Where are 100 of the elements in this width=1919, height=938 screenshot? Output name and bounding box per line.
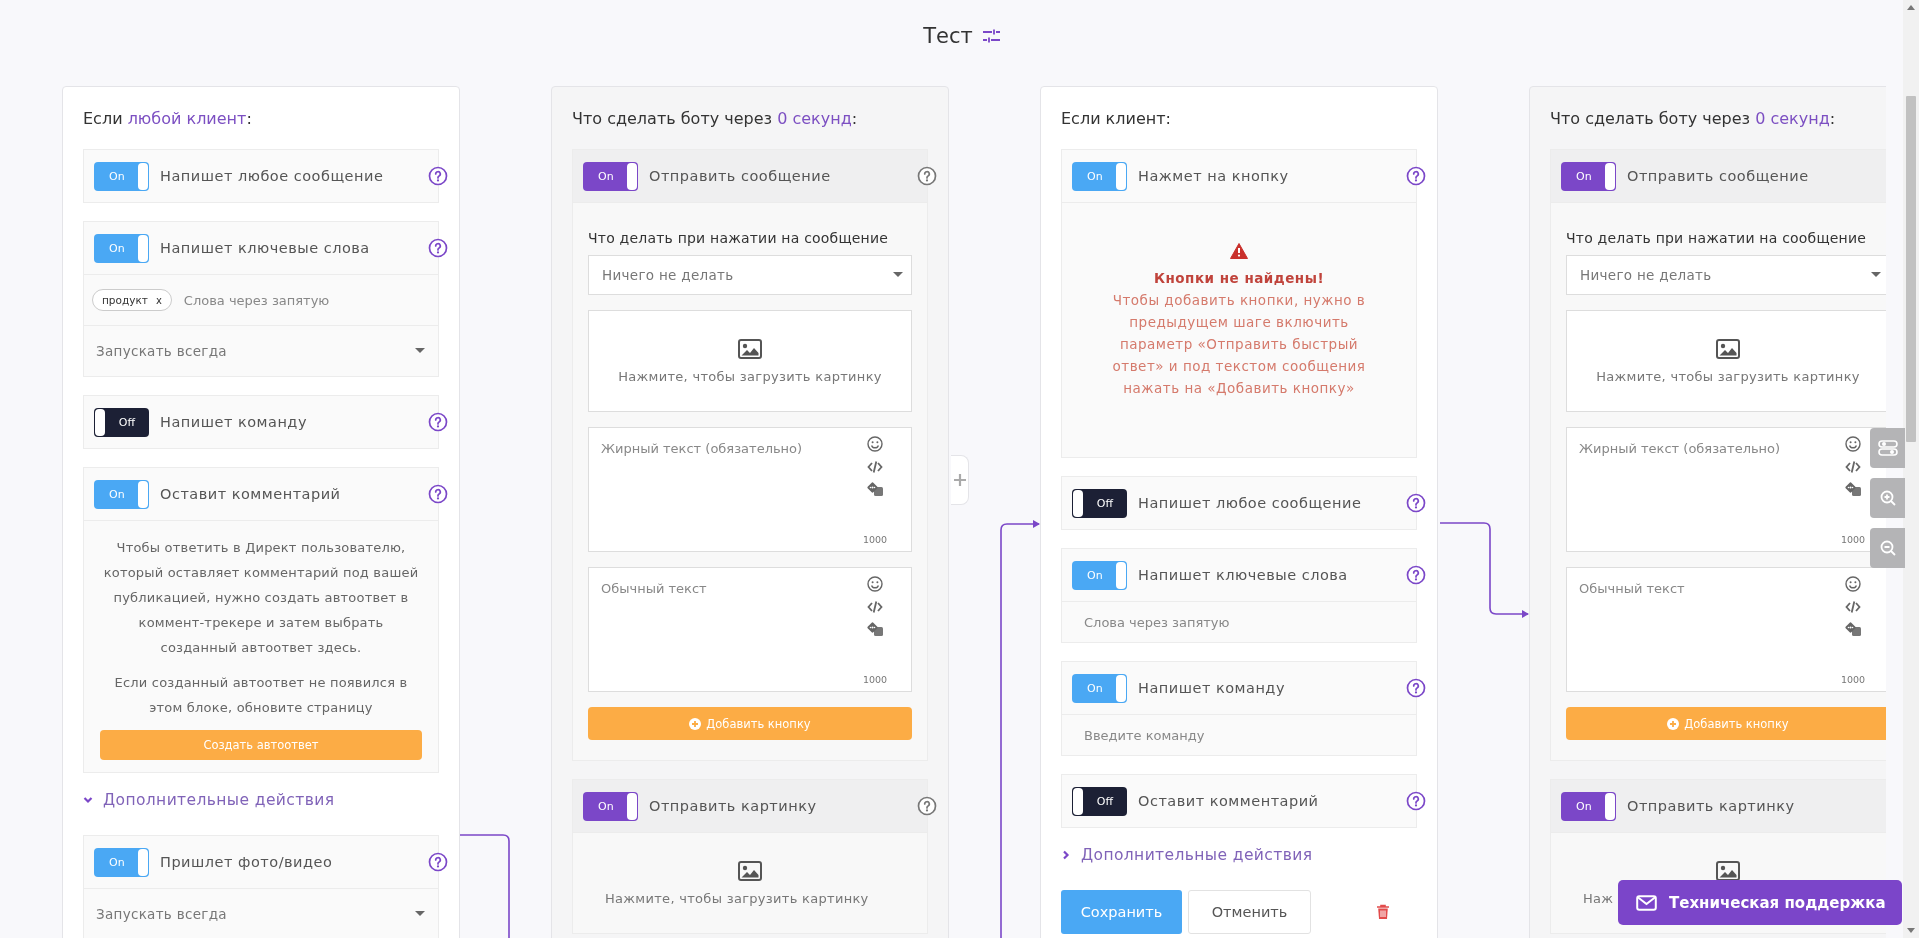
text-field[interactable]: Обычный текст xyxy=(601,576,861,685)
text-editor[interactable]: Обычный текст 1000 xyxy=(588,567,912,692)
toggle-switch[interactable]: On xyxy=(583,791,638,821)
help-icon[interactable] xyxy=(428,852,448,872)
option-label: Отправить картинку xyxy=(649,798,817,814)
option-label: Оставит комментарий xyxy=(160,486,341,502)
dropdown[interactable]: Запускать всегда xyxy=(84,326,438,376)
text-field[interactable]: Жирный текст (обязательно) xyxy=(1579,436,1839,545)
scroll-down-arrow-icon[interactable] xyxy=(1907,928,1915,933)
text-editor[interactable]: Обычный текст 1000 xyxy=(1566,567,1886,692)
toggle-switch[interactable]: On xyxy=(583,161,638,191)
toggle-switch[interactable]: On xyxy=(1561,161,1616,191)
text-input[interactable]: Введите команду xyxy=(1082,726,1396,744)
help-icon[interactable] xyxy=(1406,565,1426,585)
warning-text: Чтобы добавить кнопки, нужно в предыдущем шаге включить параметр «Отправить быстрый ответ» и под текстом сообщения нажать на «Добавить кнопку» xyxy=(1111,291,1367,398)
dropdown[interactable]: Ничего не делать xyxy=(1566,255,1886,295)
page-title: Тест xyxy=(923,24,973,48)
toggle-switch[interactable]: On xyxy=(1072,673,1127,703)
image-icon xyxy=(1716,860,1740,881)
toggle-switch[interactable]: On xyxy=(94,479,149,509)
text-field[interactable]: Обычный текст xyxy=(1579,576,1839,685)
option-label: Напишет ключевые слова xyxy=(1138,567,1348,583)
toggle-switch[interactable]: On xyxy=(1561,791,1616,821)
code-icon[interactable] xyxy=(867,600,883,614)
help-icon[interactable] xyxy=(428,238,448,258)
option-label: Напишет ключевые слова xyxy=(160,240,370,256)
option-label: Напишет команду xyxy=(160,414,307,430)
sliders-icon[interactable] xyxy=(982,28,1000,44)
plus-circle-icon xyxy=(1667,717,1680,730)
image-icon xyxy=(738,860,762,881)
text-editor[interactable]: Жирный текст (обязательно) 1000 xyxy=(588,427,912,552)
mail-icon xyxy=(1636,894,1657,911)
help-icon[interactable] xyxy=(1406,791,1426,811)
smiley-icon[interactable] xyxy=(1845,436,1861,452)
dropdown[interactable]: Ничего не делать xyxy=(588,255,912,295)
toggle-view-button[interactable] xyxy=(1870,428,1905,468)
caret-icon xyxy=(415,348,425,354)
warning-icon xyxy=(1230,243,1248,259)
char-counter: 1000 xyxy=(862,674,888,685)
code-icon[interactable] xyxy=(1845,460,1861,474)
info-text: Если созданный автоответ не появился в этом блоке, обновите страницу xyxy=(113,674,409,717)
zoom-out-icon xyxy=(1879,540,1896,556)
toggle-switch[interactable]: Off xyxy=(1072,488,1127,518)
smiley-icon[interactable] xyxy=(1845,576,1861,592)
option-label: Нажмет на кнопку xyxy=(1138,168,1289,184)
caret-icon xyxy=(415,911,425,917)
help-icon[interactable] xyxy=(1406,166,1426,186)
help-icon[interactable] xyxy=(428,166,448,186)
image-icon xyxy=(1716,338,1740,359)
option-label: Напишет команду xyxy=(1138,680,1285,696)
toggle-switch[interactable]: On xyxy=(94,847,149,877)
dice-icon[interactable] xyxy=(1844,482,1862,497)
card-heading: Что сделать боту через 0 секунд: xyxy=(1550,108,1837,130)
code-icon[interactable] xyxy=(867,460,883,474)
keyword-tag[interactable]: продукт x xyxy=(92,289,172,311)
card-heading: Что сделать боту через 0 секунд: xyxy=(572,108,859,130)
toggle-switch[interactable]: Off xyxy=(94,407,149,437)
support-button[interactable]: Техническая поддержка xyxy=(1618,880,1902,925)
toggle-switch[interactable]: On xyxy=(1072,161,1127,191)
upload-hint[interactable]: Нажмите, чтобы загрузить картинку xyxy=(605,890,869,906)
option-label: Отправить сообщение xyxy=(1627,168,1809,184)
option-label: Напишет любое сообщение xyxy=(160,168,384,184)
dice-icon[interactable] xyxy=(866,622,884,637)
save-button[interactable]: Сохранить xyxy=(1061,890,1182,934)
plus-circle-icon xyxy=(689,717,702,730)
image-upload-area[interactable]: Нажмите, чтобы загрузить картинку xyxy=(588,310,912,412)
option-label: Пришлет фото/видео xyxy=(160,854,333,870)
option-label: Оставит комментарий xyxy=(1138,793,1319,809)
text-editor[interactable]: Жирный текст (обязательно) 1000 xyxy=(1566,427,1886,552)
dice-icon[interactable] xyxy=(1844,622,1862,637)
cancel-button[interactable]: Отменить xyxy=(1188,890,1311,934)
toggle-switch[interactable]: On xyxy=(94,161,149,191)
more-actions-toggle[interactable]: Дополнительные действия xyxy=(83,791,439,809)
toggle-switch[interactable]: Off xyxy=(1072,786,1127,816)
text-input[interactable]: Слова через запятую xyxy=(1082,613,1396,631)
help-icon[interactable] xyxy=(428,412,448,432)
help-icon[interactable] xyxy=(1406,678,1426,698)
help-icon[interactable] xyxy=(917,166,937,186)
text-field[interactable]: Жирный текст (обязательно) xyxy=(601,436,861,545)
code-icon[interactable] xyxy=(1845,600,1861,614)
help-icon[interactable] xyxy=(428,484,448,504)
dice-icon[interactable] xyxy=(866,482,884,497)
scrollbar-thumb[interactable] xyxy=(1906,96,1916,442)
option-label: Напишет любое сообщение xyxy=(1138,495,1362,511)
dropdown[interactable]: Запускать всегда xyxy=(84,889,438,938)
caret-icon xyxy=(893,272,903,278)
toggle-switch[interactable]: On xyxy=(94,233,149,263)
keywords-input[interactable]: Слова через запятую xyxy=(181,291,430,309)
trash-icon[interactable] xyxy=(1376,904,1390,920)
smiley-icon[interactable] xyxy=(867,436,883,452)
upload-hint[interactable]: Наж xyxy=(1583,890,1614,906)
help-icon[interactable] xyxy=(1406,493,1426,513)
more-actions-toggle[interactable]: Дополнительные действия xyxy=(1061,846,1417,864)
scroll-up-arrow-icon[interactable] xyxy=(1907,5,1915,10)
image-upload-area[interactable]: Нажмите, чтобы загрузить картинку xyxy=(1566,310,1886,412)
smiley-icon[interactable] xyxy=(867,576,883,592)
zoom-in-icon xyxy=(1879,490,1896,506)
help-icon[interactable] xyxy=(917,796,937,816)
chevron-icon xyxy=(83,795,93,805)
toggle-switch[interactable]: On xyxy=(1072,560,1127,590)
